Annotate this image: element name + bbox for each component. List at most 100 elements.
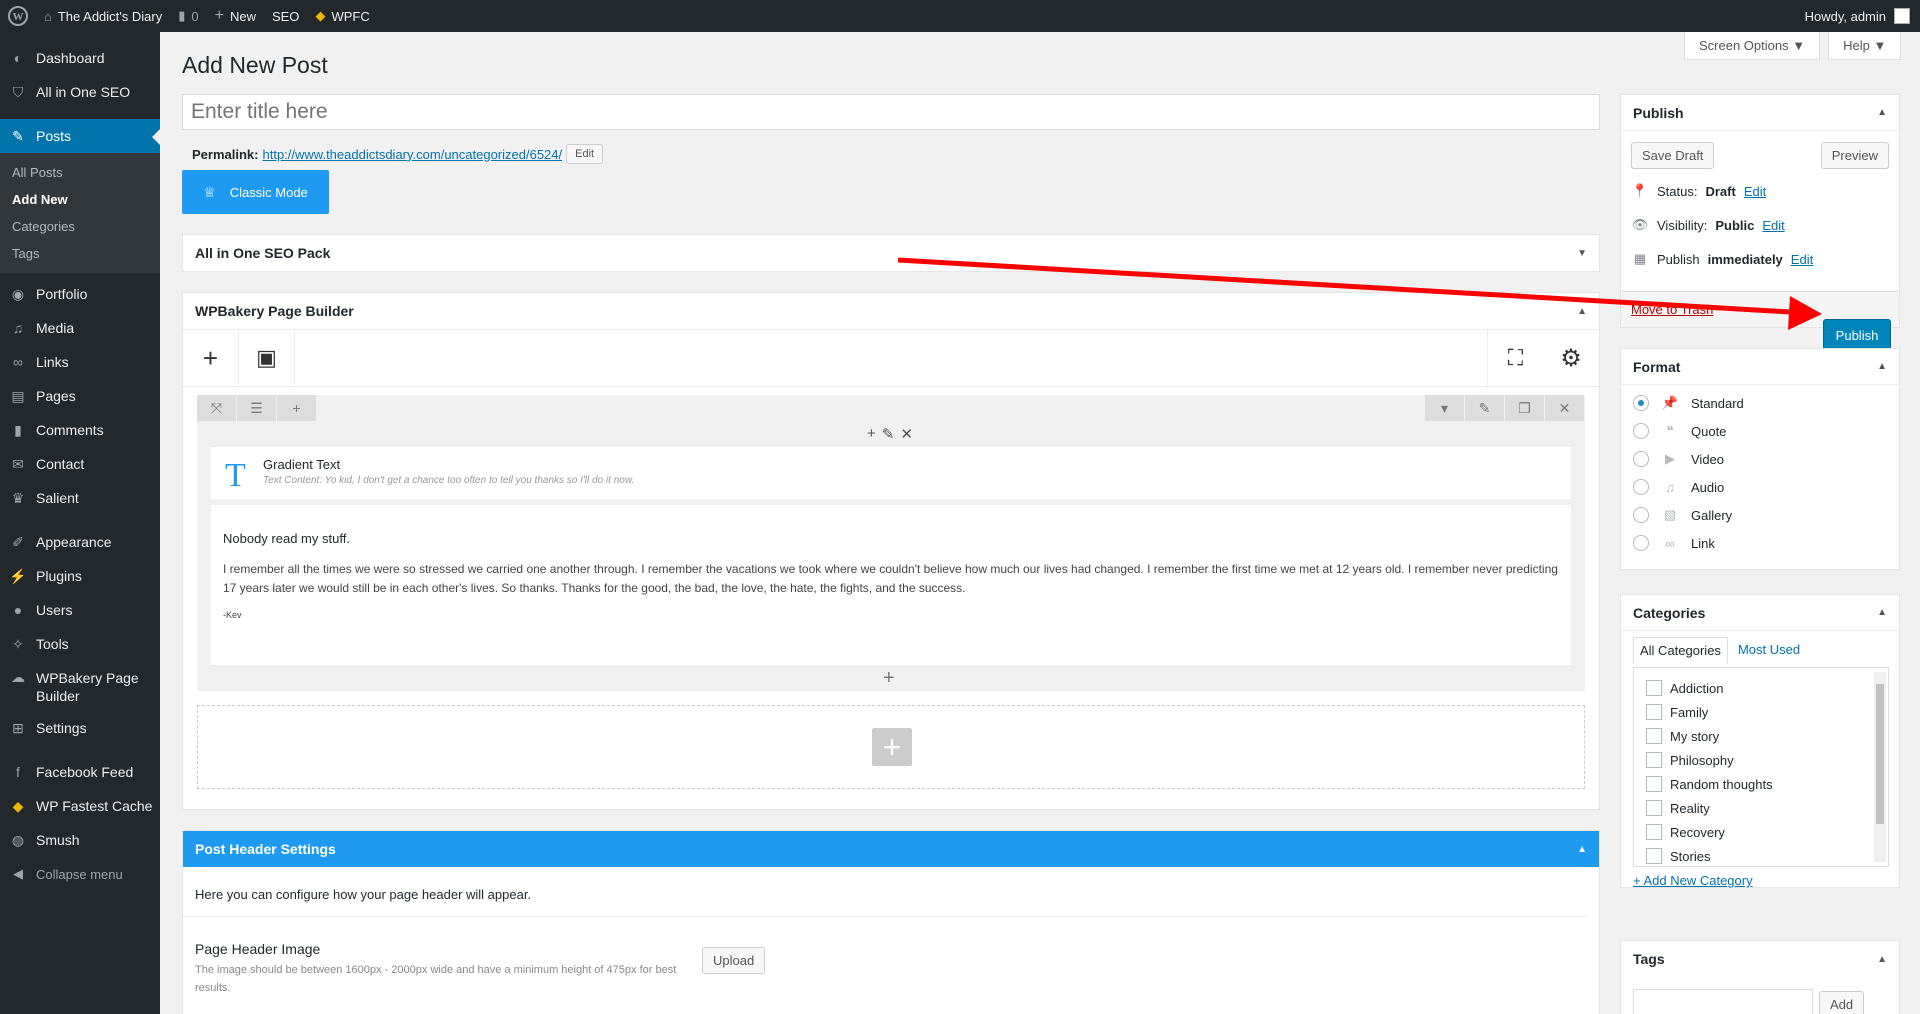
my-account[interactable]: Howdy, admin bbox=[1805, 8, 1920, 24]
category-item[interactable]: Family bbox=[1646, 700, 1876, 724]
radio-audio[interactable] bbox=[1633, 479, 1649, 495]
sidebar-item-comments[interactable]: ▮ Comments bbox=[0, 413, 160, 447]
caret-up-icon[interactable]: ▲ bbox=[1877, 107, 1887, 118]
tab-most-used[interactable]: Most Used bbox=[1728, 637, 1810, 663]
permalink-url[interactable]: http://www.theaddictsdiary.com/uncategor… bbox=[262, 147, 562, 162]
seo-link[interactable]: SEO bbox=[264, 0, 307, 32]
status-edit-link[interactable]: Edit bbox=[1744, 184, 1766, 199]
add-new-category-link[interactable]: + Add New Category bbox=[1633, 873, 1753, 888]
category-item[interactable]: Stories bbox=[1646, 844, 1876, 866]
category-checkbox[interactable] bbox=[1646, 800, 1662, 816]
submenu-tags[interactable]: Tags bbox=[0, 240, 160, 267]
clone-icon[interactable]: ❐ bbox=[1505, 395, 1545, 421]
format-option-link[interactable]: ∞ Link bbox=[1633, 535, 1715, 551]
sidebar-item-links[interactable]: ∞ Links bbox=[0, 345, 160, 379]
caret-up-icon[interactable]: ▲ bbox=[1877, 607, 1887, 618]
sidebar-item-media[interactable]: ♫ Media bbox=[0, 311, 160, 345]
delete-x-icon[interactable]: ✕ bbox=[1545, 395, 1585, 421]
add-element-icon[interactable]: + bbox=[183, 329, 239, 387]
fullscreen-icon[interactable]: ⛶ bbox=[1487, 329, 1543, 387]
gradient-text-element[interactable]: T Gradient Text Text Content: Yo kid, I … bbox=[211, 447, 1571, 499]
radio-gallery[interactable] bbox=[1633, 507, 1649, 523]
format-header[interactable]: Format ▲ bbox=[1621, 349, 1899, 385]
wpbakery-header[interactable]: WPBakery Page Builder ▲ bbox=[183, 293, 1599, 329]
column-edit-icon[interactable]: ✎ bbox=[882, 425, 895, 443]
add-row-plus-icon[interactable]: + bbox=[872, 728, 912, 766]
text-block-element[interactable]: Nobody read my stuff. I remember all the… bbox=[211, 505, 1571, 665]
sidebar-item-plugins[interactable]: ⚡ Plugins bbox=[0, 559, 160, 593]
format-option-video[interactable]: ▶ Video bbox=[1633, 451, 1724, 467]
add-element-bottom-icon[interactable]: + bbox=[883, 667, 895, 690]
sidebar-item-posts[interactable]: ✎ Posts bbox=[0, 119, 160, 153]
radio-video[interactable] bbox=[1633, 451, 1649, 467]
caret-up-icon[interactable]: ▲ bbox=[1577, 844, 1587, 855]
edit-pencil-icon[interactable]: ✎ bbox=[1465, 395, 1505, 421]
wordpress-logo-icon[interactable]: W bbox=[0, 0, 36, 32]
column-delete-icon[interactable]: ✕ bbox=[900, 425, 913, 443]
radio-standard[interactable] bbox=[1633, 395, 1649, 411]
category-scrollbar[interactable] bbox=[1874, 672, 1886, 862]
sidebar-item-users[interactable]: ● Users bbox=[0, 593, 160, 627]
format-option-gallery[interactable]: ▧ Gallery bbox=[1633, 507, 1732, 523]
screen-options-button[interactable]: Screen Options ▼ bbox=[1684, 32, 1821, 60]
format-option-audio[interactable]: ♫ Audio bbox=[1633, 479, 1724, 495]
category-checkbox[interactable] bbox=[1646, 704, 1662, 720]
sidebar-item-dashboard[interactable]: ◐ Dashboard bbox=[0, 41, 160, 75]
preview-button[interactable]: Preview bbox=[1820, 142, 1889, 169]
submenu-all-posts[interactable]: All Posts bbox=[0, 159, 160, 186]
category-item[interactable]: Recovery bbox=[1646, 820, 1876, 844]
row-toggle-icon[interactable]: ▾ bbox=[1425, 395, 1465, 421]
sidebar-item-wp-fastest-cache[interactable]: ◆ WP Fastest Cache bbox=[0, 789, 160, 823]
add-row-area[interactable]: + bbox=[197, 705, 1585, 789]
sidebar-item-salient[interactable]: ♛ Salient bbox=[0, 481, 160, 515]
sidebar-item-wpbakery[interactable]: ☁ WPBakery Page Builder bbox=[0, 661, 160, 711]
add-tag-button[interactable]: Add bbox=[1819, 991, 1865, 1014]
sidebar-item-pages[interactable]: ▤ Pages bbox=[0, 379, 160, 413]
visibility-edit-link[interactable]: Edit bbox=[1762, 218, 1784, 233]
sidebar-item-tools[interactable]: ✧ Tools bbox=[0, 627, 160, 661]
category-item[interactable]: Addiction bbox=[1646, 676, 1876, 700]
row-layout-icon[interactable]: ☰ bbox=[237, 395, 277, 421]
submenu-categories[interactable]: Categories bbox=[0, 213, 160, 240]
category-item[interactable]: My story bbox=[1646, 724, 1876, 748]
sidebar-item-portfolio[interactable]: ◉ Portfolio bbox=[0, 277, 160, 311]
move-to-trash-link[interactable]: Move to Trash bbox=[1631, 302, 1713, 317]
format-option-quote[interactable]: ❝ Quote bbox=[1633, 423, 1726, 439]
category-checkbox[interactable] bbox=[1646, 776, 1662, 792]
category-item[interactable]: Reality bbox=[1646, 796, 1876, 820]
tag-input[interactable] bbox=[1633, 989, 1813, 1014]
help-button[interactable]: Help ▼ bbox=[1828, 32, 1902, 60]
upload-button[interactable]: Upload bbox=[702, 947, 766, 974]
comments-link[interactable]: ▮ 0 bbox=[170, 0, 206, 32]
wpfc-link[interactable]: ◆ WPFC bbox=[307, 0, 377, 32]
sidebar-item-contact[interactable]: ✉ Contact bbox=[0, 447, 160, 481]
format-option-standard[interactable]: 📌 Standard bbox=[1633, 395, 1744, 411]
caret-up-icon[interactable]: ▲ bbox=[1577, 306, 1587, 317]
category-checkbox[interactable] bbox=[1646, 752, 1662, 768]
sidebar-item-settings[interactable]: ⊞ Settings bbox=[0, 711, 160, 745]
sidebar-item-smush[interactable]: ◍ Smush bbox=[0, 823, 160, 857]
classic-mode-button[interactable]: ♕ Classic Mode bbox=[182, 170, 329, 214]
settings-gear-icon[interactable]: ⚙ bbox=[1543, 329, 1599, 387]
post-header-settings-header[interactable]: Post Header Settings ▲ bbox=[183, 831, 1599, 867]
save-draft-button[interactable]: Save Draft bbox=[1631, 142, 1715, 169]
submenu-add-new[interactable]: Add New bbox=[0, 186, 160, 213]
expand-row-icon[interactable]: ⤧ bbox=[197, 395, 237, 421]
categories-header[interactable]: Categories ▲ bbox=[1621, 595, 1899, 631]
sidebar-item-collapse[interactable]: ◀ Collapse menu bbox=[0, 857, 160, 891]
radio-quote[interactable] bbox=[1633, 423, 1649, 439]
sidebar-item-appearance[interactable]: ✐ Appearance bbox=[0, 525, 160, 559]
category-checkbox[interactable] bbox=[1646, 848, 1662, 864]
sidebar-item-facebook-feed[interactable]: f Facebook Feed bbox=[0, 755, 160, 789]
column-add-icon[interactable]: + bbox=[867, 425, 876, 443]
sidebar-item-all-in-one-seo[interactable]: ⛉ All in One SEO bbox=[0, 75, 160, 109]
tags-header[interactable]: Tags ▲ bbox=[1621, 941, 1899, 977]
add-column-icon[interactable]: + bbox=[277, 395, 317, 421]
publish-header[interactable]: Publish ▲ bbox=[1621, 95, 1899, 131]
schedule-edit-link[interactable]: Edit bbox=[1791, 252, 1813, 267]
category-checkbox[interactable] bbox=[1646, 680, 1662, 696]
new-content-link[interactable]: + New bbox=[207, 0, 264, 32]
caret-up-icon[interactable]: ▲ bbox=[1877, 954, 1887, 965]
site-name-link[interactable]: ⌂ The Addict's Diary bbox=[36, 0, 170, 32]
tab-all-categories[interactable]: All Categories bbox=[1633, 637, 1728, 663]
